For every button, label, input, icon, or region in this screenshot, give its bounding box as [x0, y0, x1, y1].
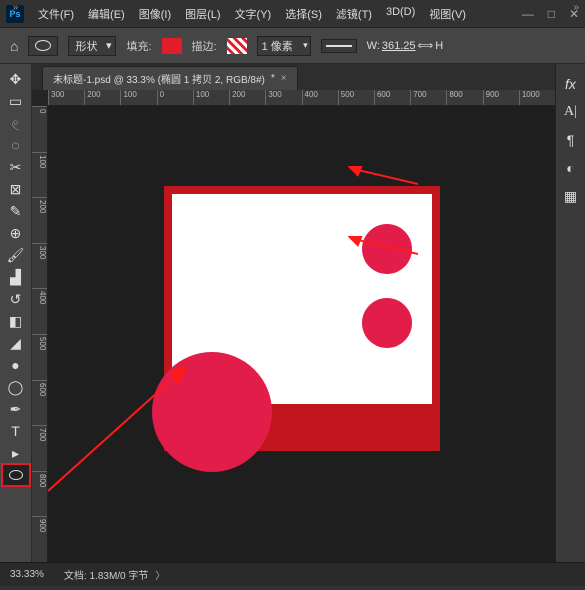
title-bar: Ps 文件(F) 编辑(E) 图像(I) 图层(L) 文字(Y) 选择(S) 滤… [0, 0, 585, 28]
paragraph-panel-icon[interactable]: ¶ [567, 132, 575, 148]
eraser-tool[interactable]: ◧ [2, 310, 30, 332]
ruler-tick: 400 [32, 288, 47, 334]
ruler-tick: 0 [32, 106, 47, 152]
ruler-tick: 400 [302, 90, 338, 105]
width-input[interactable]: 361.25 [382, 40, 416, 52]
artboard [164, 186, 440, 451]
quick-select-tool[interactable]: ◌ [2, 134, 30, 156]
ruler-tick: 500 [32, 334, 47, 380]
menu-type[interactable]: 文字(Y) [229, 4, 278, 24]
ruler-tick: 500 [338, 90, 374, 105]
menu-edit[interactable]: 编辑(E) [82, 4, 131, 24]
path-select-tool[interactable]: ▸ [2, 442, 30, 464]
ruler-tick: 800 [446, 90, 482, 105]
zoom-level[interactable]: 33.33% [10, 569, 44, 580]
ruler-tick: 300 [265, 90, 301, 105]
gradient-tool[interactable]: ◢ [2, 332, 30, 354]
ellipse-tool[interactable] [2, 464, 30, 486]
ellipse-2 [362, 298, 412, 348]
menu-file[interactable]: 文件(F) [32, 4, 80, 24]
crop-tool[interactable]: ✂ [2, 156, 30, 178]
menu-filter[interactable]: 滤镜(T) [330, 4, 378, 24]
doc-info-label: 文档: [64, 571, 87, 582]
menu-view[interactable]: 视图(V) [423, 4, 472, 24]
home-icon[interactable]: ⌂ [10, 38, 18, 54]
fill-swatch[interactable] [162, 38, 182, 54]
fx-panel-icon[interactable]: fx [565, 76, 576, 92]
canvas[interactable] [48, 106, 555, 562]
ruler-tick: 300 [32, 243, 47, 289]
type-tool[interactable]: T [2, 420, 30, 442]
blur-tool[interactable]: ● [2, 354, 30, 376]
menu-select[interactable]: 选择(S) [279, 4, 328, 24]
frame-tool[interactable]: ⊠ [2, 178, 30, 200]
ruler-tick: 200 [229, 90, 265, 105]
link-icon[interactable]: ⟺ [418, 39, 434, 52]
move-tool[interactable]: ✥ [2, 68, 30, 90]
menu-image[interactable]: 图像(I) [133, 4, 177, 24]
ruler-tick: 100 [193, 90, 229, 105]
doc-info-value: 1.83M/0 字节 [89, 571, 148, 582]
ruler-tick: 700 [32, 425, 47, 471]
ellipse-large [152, 352, 272, 472]
height-label: H [435, 40, 443, 52]
document-tab[interactable]: 未标题-1.psd @ 33.3% (椭圆 1 拷贝 2, RGB/8#) * … [42, 66, 298, 90]
ruler-tick: 900 [32, 516, 47, 562]
ruler-tick: 900 [483, 90, 519, 105]
ruler-tick: 600 [32, 380, 47, 426]
stroke-label: 描边: [192, 38, 217, 54]
vertical-ruler: 0100200300400500600700800900 [32, 106, 48, 562]
ruler-tick: 800 [32, 471, 47, 517]
tool-preset-picker[interactable] [28, 36, 58, 56]
ruler-tick: 100 [120, 90, 156, 105]
ruler-tick: 200 [84, 90, 120, 105]
width-label: W: [367, 40, 380, 52]
healing-tool[interactable]: ⊕ [2, 222, 30, 244]
ruler-tick: 600 [374, 90, 410, 105]
swatches-panel-icon[interactable]: ▦ [564, 188, 577, 205]
marquee-tool[interactable]: ▭ [2, 90, 30, 112]
annotation-arrow-1 [348, 166, 418, 186]
doc-info-menu-icon[interactable]: 〉 [155, 571, 165, 582]
dodge-tool[interactable]: ◯ [2, 376, 30, 398]
tab-close-icon[interactable]: × [281, 73, 287, 84]
maximize-button[interactable]: □ [548, 7, 555, 21]
options-bar: ⌂ 形状 填充: 描边: 1 像素 W: 361.25 ⟺ H [0, 28, 585, 64]
toolbar-expand-icon[interactable]: » [13, 2, 19, 13]
white-rect [172, 194, 432, 404]
eyedropper-tool[interactable]: ✎ [2, 200, 30, 222]
pen-tool[interactable]: ✒ [2, 398, 30, 420]
brush-tool[interactable]: 🖌 [2, 244, 30, 266]
minimize-button[interactable]: — [522, 7, 534, 21]
stroke-swatch[interactable] [227, 38, 247, 54]
canvas-area: 3002001000100200300400500600700800900100… [32, 90, 555, 562]
history-brush-tool[interactable]: ↺ [2, 288, 30, 310]
horizontal-ruler: 3002001000100200300400500600700800900100… [48, 90, 555, 106]
ruler-tick: 200 [32, 197, 47, 243]
menu-3d[interactable]: 3D(D) [380, 4, 421, 24]
menu-layer[interactable]: 图层(L) [179, 4, 226, 24]
shape-mode-select[interactable]: 形状 [68, 36, 116, 56]
panel-expand-icon[interactable]: » [573, 2, 579, 13]
fill-label: 填充: [126, 38, 151, 54]
ruler-tick: 700 [410, 90, 446, 105]
ruler-tick: 100 [32, 152, 47, 198]
ruler-tick: 300 [48, 90, 84, 105]
stamp-tool[interactable]: ▟ [2, 266, 30, 288]
tool-panel: » ✥ ▭ 𓏲 ◌ ✂ ⊠ ✎ ⊕ 🖌 ▟ ↺ ◧ ◢ ● ◯ ✒ T ▸ [0, 64, 32, 562]
ellipse-1 [362, 224, 412, 274]
lasso-tool[interactable]: 𓏲 [2, 112, 30, 134]
ruler-tick: 0 [157, 90, 193, 105]
document-tab-title: 未标题-1.psd @ 33.3% (椭圆 1 拷贝 2, RGB/8#) [53, 71, 265, 86]
stroke-width-input[interactable]: 1 像素 [257, 36, 311, 56]
modified-indicator: * [271, 73, 275, 84]
character-panel-icon[interactable]: A| [564, 104, 577, 120]
document-tab-bar: 未标题-1.psd @ 33.3% (椭圆 1 拷贝 2, RGB/8#) * … [32, 64, 555, 90]
right-panel: » fx A| ¶ ◐ ▦ [555, 64, 585, 562]
ruler-tick: 1000 [519, 90, 555, 105]
stroke-style-select[interactable] [321, 39, 357, 53]
adjustments-panel-icon[interactable]: ◐ [566, 160, 574, 176]
status-bar: 33.33% 文档: 1.83M/0 字节 〉 [0, 562, 585, 586]
menu-bar: 文件(F) 编辑(E) 图像(I) 图层(L) 文字(Y) 选择(S) 滤镜(T… [32, 4, 472, 24]
